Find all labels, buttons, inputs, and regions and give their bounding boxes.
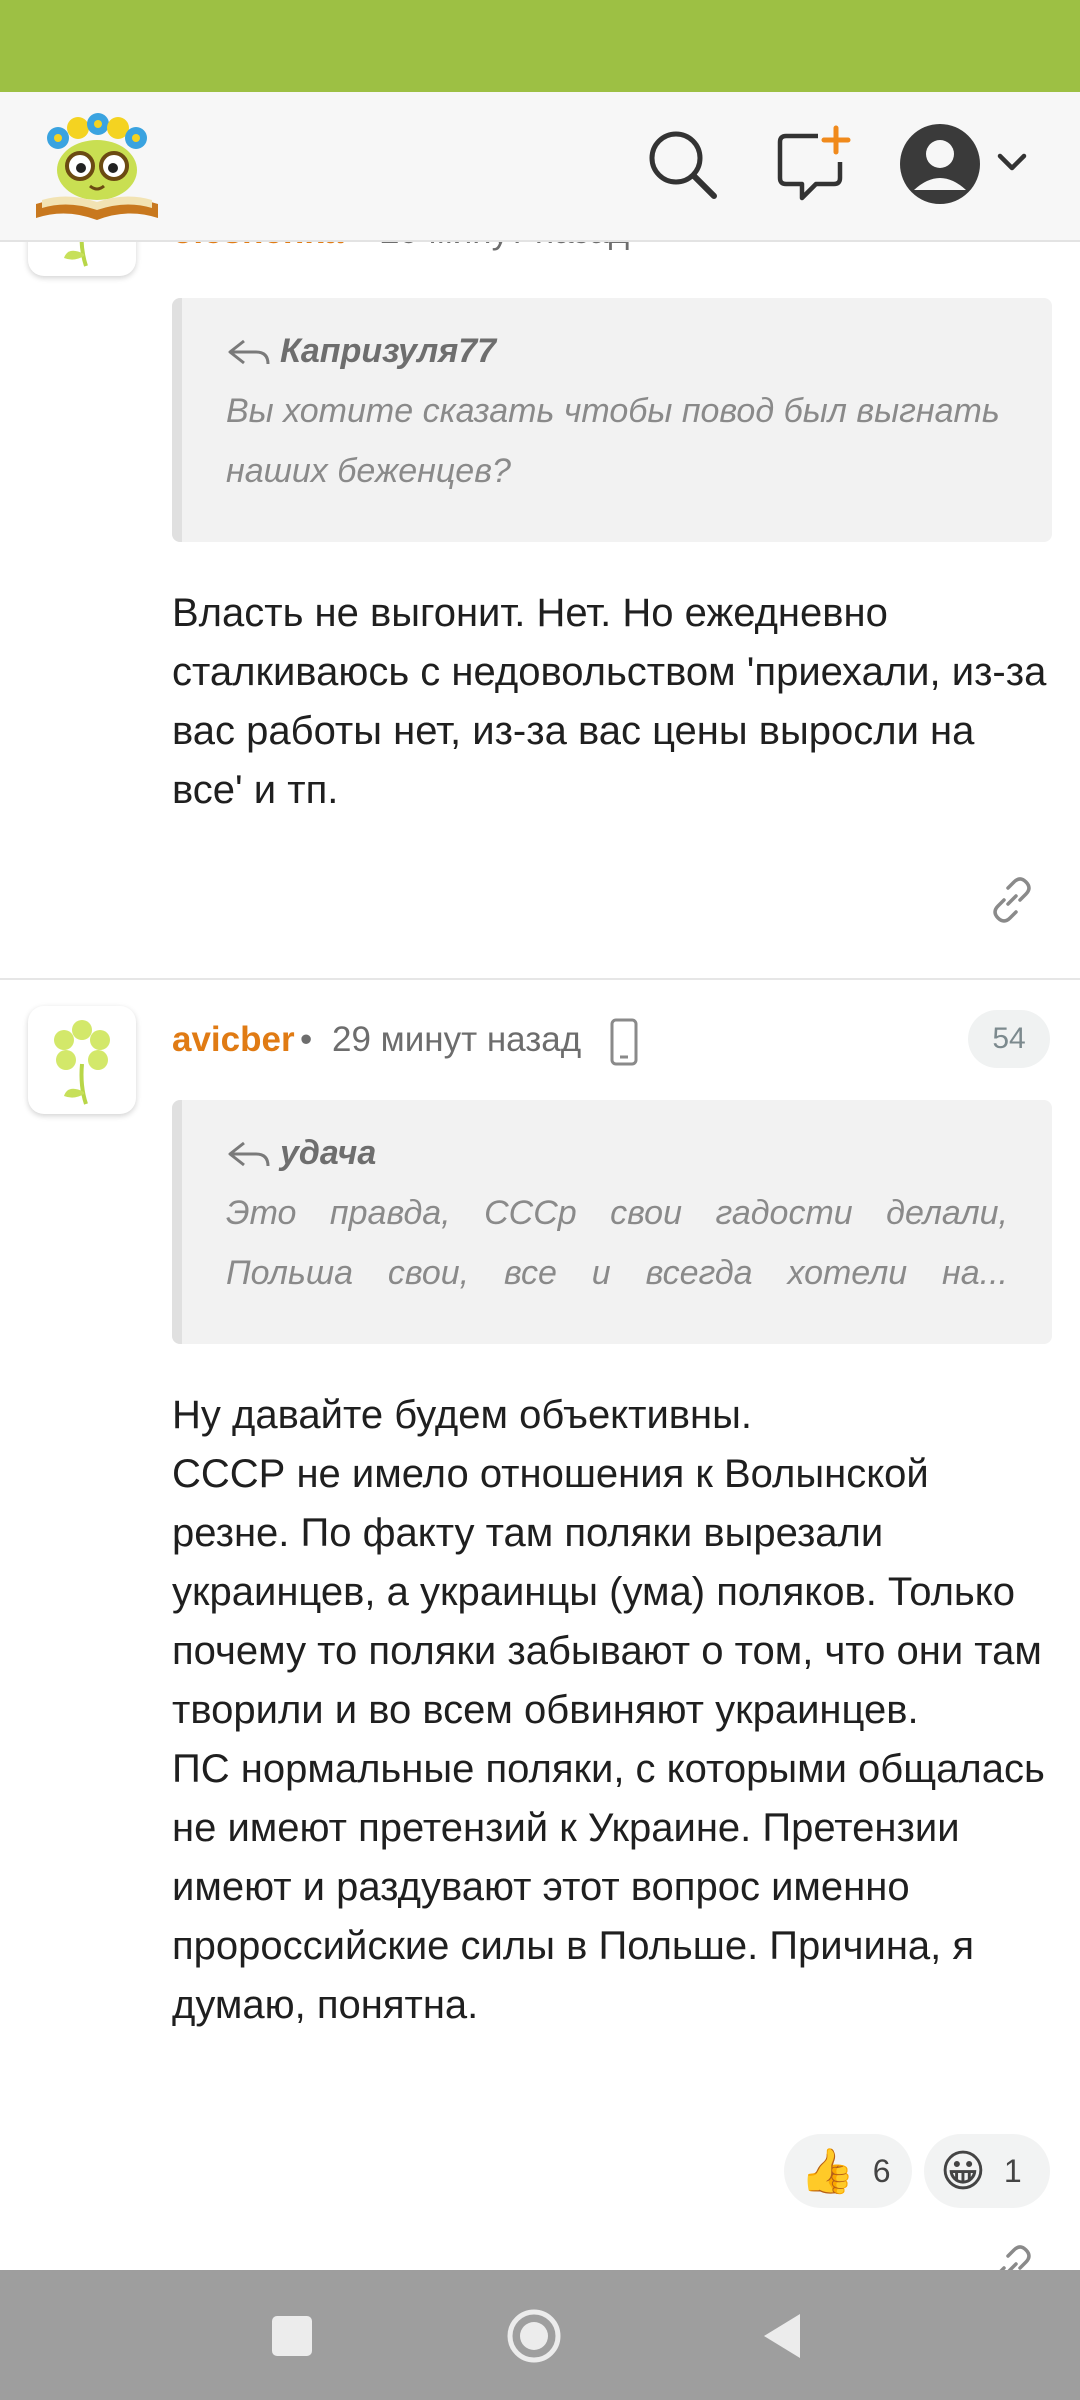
reaction-like[interactable]: 👍 6 [784,2134,912,2208]
site-header [0,92,1080,242]
smile-icon: 😀 [940,2146,986,2196]
square-nav-icon[interactable] [270,2314,314,2358]
comment-time: 29 минут назад [332,1020,582,1059]
link-icon[interactable] [982,2238,1042,2270]
chevron-down-icon [997,153,1027,171]
home-nav-icon[interactable] [506,2308,562,2364]
quote-block[interactable]: удача Это правда, СССр свои гадости дела… [172,1100,1052,1344]
avatar[interactable] [28,240,136,276]
quote-text: Вы хотите сказать чтобы повод был выгнат… [226,392,1000,490]
system-nav-bar [0,2270,1080,2400]
search-icon[interactable] [640,122,724,206]
link-icon[interactable] [982,870,1042,930]
account-menu[interactable] [896,116,1056,212]
mobile-device-icon [610,1018,638,1066]
avatar[interactable] [28,1006,136,1114]
new-message-icon[interactable] [772,122,856,206]
reaction-count: 1 [1003,2152,1022,2189]
status-bar [0,0,1080,92]
reply-arrow-icon [228,339,270,364]
comment-text: Ну давайте будем объективны. СССР не име… [172,1393,1045,2027]
divider [0,978,1080,980]
comment-number-badge[interactable]: 54 [968,1010,1050,1068]
logo-icon[interactable] [32,108,162,224]
comment-author[interactable]: avicber [172,1020,295,1060]
quote-author: удача [280,1134,377,1172]
reaction-smile[interactable]: 😀 1 [924,2134,1050,2208]
comment-text: Власть не выгонит. Нет. Но ежедневно ста… [172,591,1047,812]
comments-list: olesnenka 29 минут назад Капризуля77 Вы … [0,240,1080,2270]
meta-separator: • [300,1020,313,1059]
account-icon [900,124,980,204]
reply-arrow-icon [228,1141,270,1166]
quote-author: Капризуля77 [280,332,497,370]
thumbs-up-icon: 👍 [800,2147,855,2196]
quote-block[interactable]: Капризуля77 Вы хотите сказать чтобы пово… [172,298,1052,542]
reaction-count: 6 [872,2152,891,2189]
back-nav-icon[interactable] [758,2310,806,2362]
quote-text: Это правда, СССр свои гадости делали, По… [226,1194,1008,1292]
